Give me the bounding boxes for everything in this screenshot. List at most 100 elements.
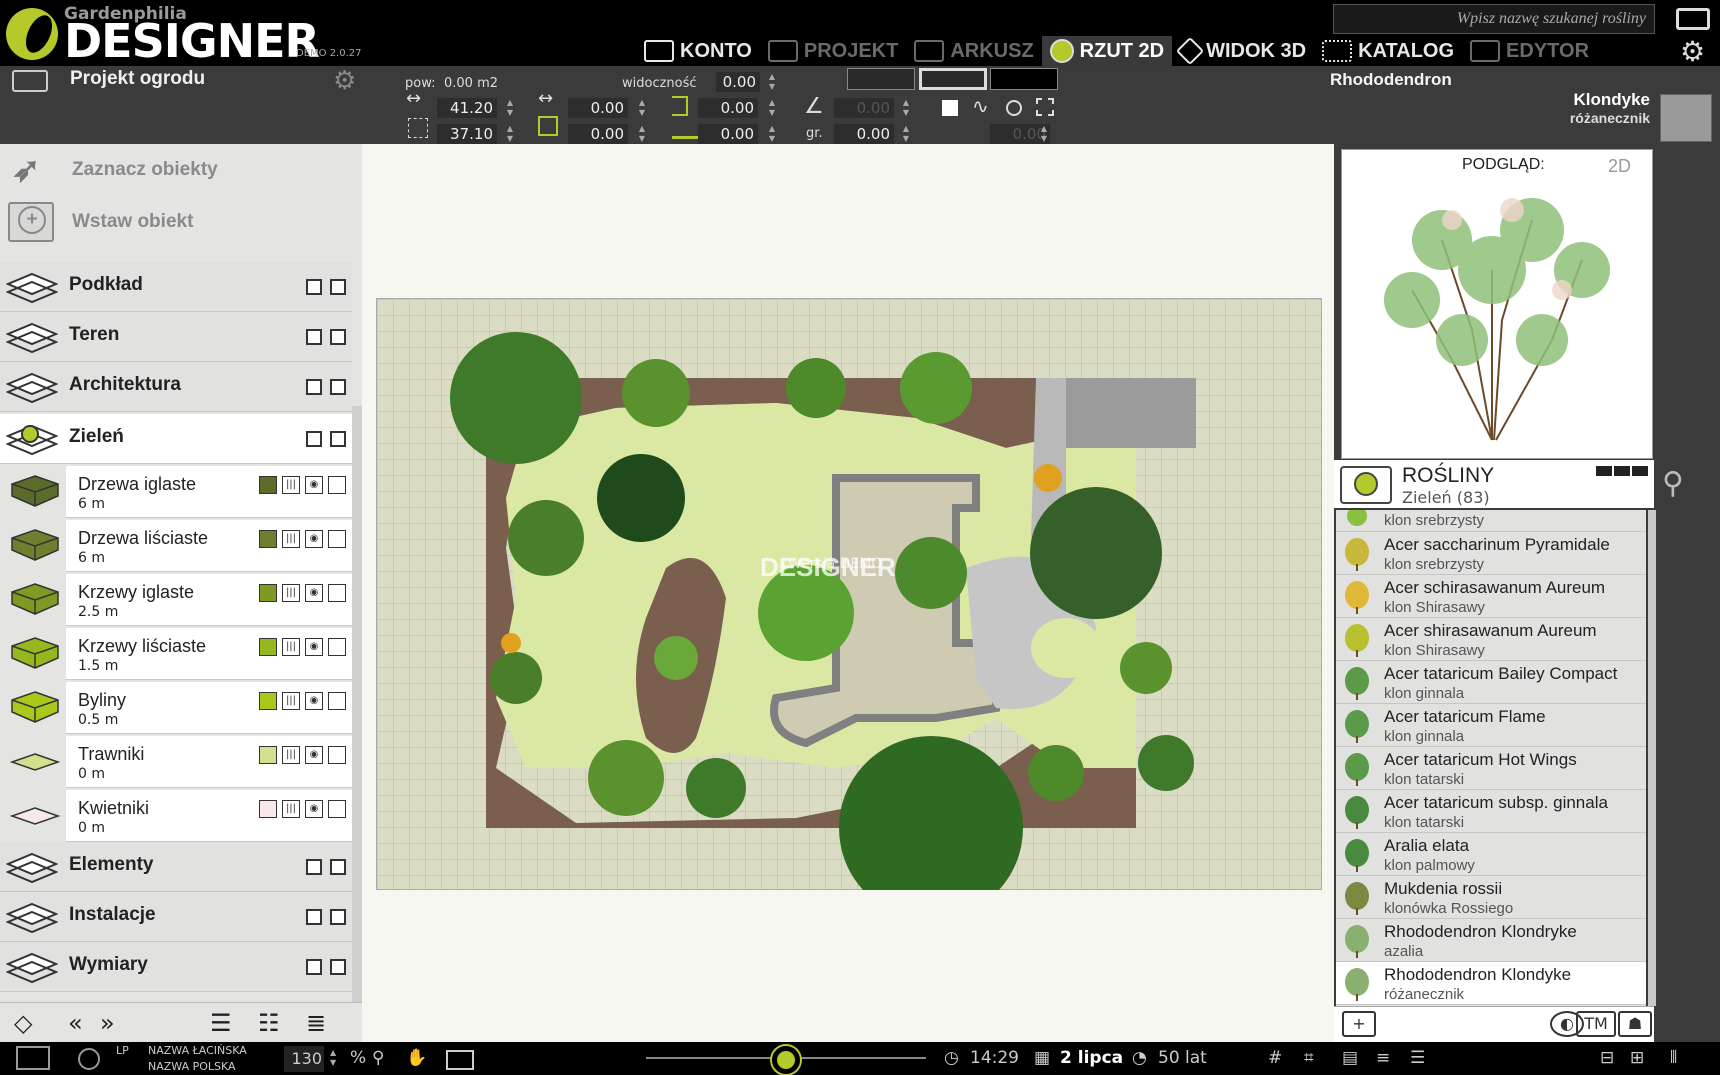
width-field[interactable]: 41.20: [437, 98, 497, 118]
sublayer-checkbox[interactable]: [328, 584, 346, 602]
zoom-in-icon[interactable]: ⊞: [1630, 1048, 1644, 1068]
grid-icon[interactable]: #: [1268, 1048, 1282, 1068]
view-mode-button-3[interactable]: [990, 68, 1058, 90]
color-swatch[interactable]: [1660, 94, 1712, 142]
zoom-spinner[interactable]: ▲ ▼: [330, 1048, 336, 1068]
offset-a-spinner[interactable]: ▲ ▼: [762, 98, 782, 120]
zoom-out-icon[interactable]: ⊟: [1600, 1048, 1614, 1068]
sublayer-color-swatch[interactable]: [259, 746, 277, 764]
list-icon[interactable]: ☰: [1410, 1048, 1425, 1068]
snap-icon[interactable]: ⌗: [1304, 1048, 1314, 1068]
sublayer-color-swatch[interactable]: [259, 584, 277, 602]
layer-lock-checkbox[interactable]: [306, 329, 322, 345]
layer-podklad[interactable]: Podkład: [0, 262, 352, 312]
offset-a-field[interactable]: 0.00: [698, 98, 758, 118]
tiles-icon[interactable]: ▤: [1342, 1048, 1358, 1068]
time-value[interactable]: 14:29: [970, 1048, 1019, 1068]
zoom-search-icon[interactable]: ⚲: [1662, 466, 1706, 506]
sublayer-color-swatch[interactable]: [259, 692, 277, 710]
nav-rzut-2d[interactable]: RZUT 2D: [1041, 36, 1173, 66]
project-icon[interactable]: [12, 70, 48, 92]
layer-wymiary[interactable]: Wymiary: [0, 942, 352, 992]
layer-architektura[interactable]: Architektura: [0, 362, 352, 412]
sublayer-eye-icon[interactable]: ◉: [305, 530, 323, 548]
age-value[interactable]: 50 lat: [1158, 1048, 1207, 1068]
fit-view-icon[interactable]: [446, 1050, 474, 1070]
angle-a-field[interactable]: 0.00: [834, 98, 894, 118]
layer-visible-checkbox[interactable]: [330, 909, 346, 925]
extra-spinner[interactable]: ▲ ▼: [1034, 124, 1054, 146]
fullscreen-icon[interactable]: [1676, 8, 1710, 30]
plants-category-icon[interactable]: [1340, 466, 1392, 504]
view-toggle-icon-1[interactable]: [1596, 466, 1612, 476]
position-x-field[interactable]: 0.00: [568, 98, 628, 118]
plant-search-input[interactable]: Wpisz nazwę szukanej rośliny: [1333, 4, 1655, 34]
insert-object-tool[interactable]: + Wstaw obiekt: [0, 196, 362, 252]
plant-list-scrollbar[interactable]: [1648, 510, 1656, 1006]
nav-edytor[interactable]: EDYTOR: [1462, 36, 1597, 66]
sublayer-drzewa-lisciaste[interactable]: Drzewa liściaste 6 m ||| ◉: [66, 520, 352, 572]
layer-lock-checkbox[interactable]: [306, 959, 322, 975]
position-y-field[interactable]: 0.00: [568, 124, 628, 144]
sublayer-eye-icon[interactable]: ◉: [305, 692, 323, 710]
nav-arkusz[interactable]: ARKUSZ: [906, 36, 1041, 66]
latin-name-toggle[interactable]: NAZWA ŁACIŃSKA: [148, 1044, 247, 1057]
width-spinner[interactable]: ▲ ▼: [500, 98, 520, 120]
layer-lock-checkbox[interactable]: [306, 379, 322, 395]
zoom-field[interactable]: 130: [284, 1046, 324, 1072]
layer-visible-checkbox[interactable]: [330, 431, 346, 447]
layer-visible-checkbox[interactable]: [330, 329, 346, 345]
layer-zielen[interactable]: Zieleń: [0, 414, 352, 464]
nav-konto[interactable]: KONTO: [636, 36, 760, 66]
layer-visible-checkbox[interactable]: [330, 959, 346, 975]
sublayer-columns-icon[interactable]: |||: [282, 584, 300, 602]
angle-b-field[interactable]: 0.00: [834, 124, 894, 144]
collapse-left-icon[interactable]: «: [68, 1011, 83, 1035]
columns-icon[interactable]: ⫴: [1670, 1048, 1677, 1068]
add-plant-icon[interactable]: +: [1342, 1011, 1376, 1037]
sublayer-checkbox[interactable]: [328, 638, 346, 656]
shape-rect-icon[interactable]: [942, 100, 958, 116]
nav-widok-3d[interactable]: WIDOK 3D: [1172, 36, 1314, 66]
sublayer-color-swatch[interactable]: [259, 638, 277, 656]
sublayer-columns-icon[interactable]: |||: [282, 800, 300, 818]
layer-visible-checkbox[interactable]: [330, 379, 346, 395]
layer-visible-checkbox[interactable]: [330, 279, 346, 295]
layer-lock-checkbox[interactable]: [306, 909, 322, 925]
settings-gear-icon[interactable]: ⚙: [1680, 38, 1705, 66]
sublayer-color-swatch[interactable]: [259, 800, 277, 818]
preview-mode-toggle[interactable]: 2D: [1608, 156, 1631, 177]
nav-projekt[interactable]: PROJEKT: [760, 36, 906, 66]
offset-b-spinner[interactable]: ▲ ▼: [762, 124, 782, 146]
sublayer-eye-icon[interactable]: ◉: [305, 800, 323, 818]
layer-lock-checkbox[interactable]: [306, 431, 322, 447]
plant-list-item[interactable]: Mukdenia rossii klonówka Rossiego: [1336, 876, 1646, 919]
lp-label[interactable]: LP: [116, 1044, 129, 1057]
plant-list-item[interactable]: Acer tataricum Hot Wings klon tatarski: [1336, 747, 1646, 790]
layer-teren[interactable]: Teren: [0, 312, 352, 362]
height-spinner[interactable]: ▲ ▼: [500, 124, 520, 146]
panel-toggle-icon[interactable]: [16, 1046, 50, 1070]
view-mode-button-2[interactable]: [919, 68, 987, 90]
user-plant-icon[interactable]: ☗: [1618, 1011, 1652, 1037]
sublayer-checkbox[interactable]: [328, 800, 346, 818]
layer-visible-checkbox[interactable]: [330, 859, 346, 875]
sublayer-columns-icon[interactable]: |||: [282, 530, 300, 548]
angle-b-spinner[interactable]: ▲ ▼: [896, 124, 916, 146]
view-toggle-icon-2[interactable]: [1614, 466, 1630, 476]
sublayer-krzewy-iglaste[interactable]: Krzewy iglaste 2.5 m ||| ◉: [66, 574, 352, 626]
plant-list-item[interactable]: Aralia elata klon palmowy: [1336, 833, 1646, 876]
position-y-spinner[interactable]: ▲ ▼: [632, 124, 652, 146]
date-value[interactable]: 2 lipca: [1060, 1048, 1123, 1068]
layers-stack-icon[interactable]: ◇: [14, 1011, 32, 1035]
trademark-icon[interactable]: TM: [1576, 1011, 1616, 1037]
plant-list-item[interactable]: Acer tataricum Bailey Compact klon ginnal…: [1336, 661, 1646, 704]
sublayer-byliny[interactable]: Byliny 0.5 m ||| ◉: [66, 682, 352, 734]
collapse-right-icon[interactable]: »: [100, 1011, 115, 1035]
sublayer-checkbox[interactable]: [328, 530, 346, 548]
shape-line-icon[interactable]: ∿: [972, 94, 989, 118]
visibility-spinner[interactable]: ▲ ▼: [762, 72, 782, 94]
sublayer-color-swatch[interactable]: [259, 530, 277, 548]
plant-list-item[interactable]: Acer shirasawanum Aureum klon Shirasawy: [1336, 618, 1646, 661]
project-settings-gear-icon[interactable]: ⚙: [333, 66, 356, 96]
